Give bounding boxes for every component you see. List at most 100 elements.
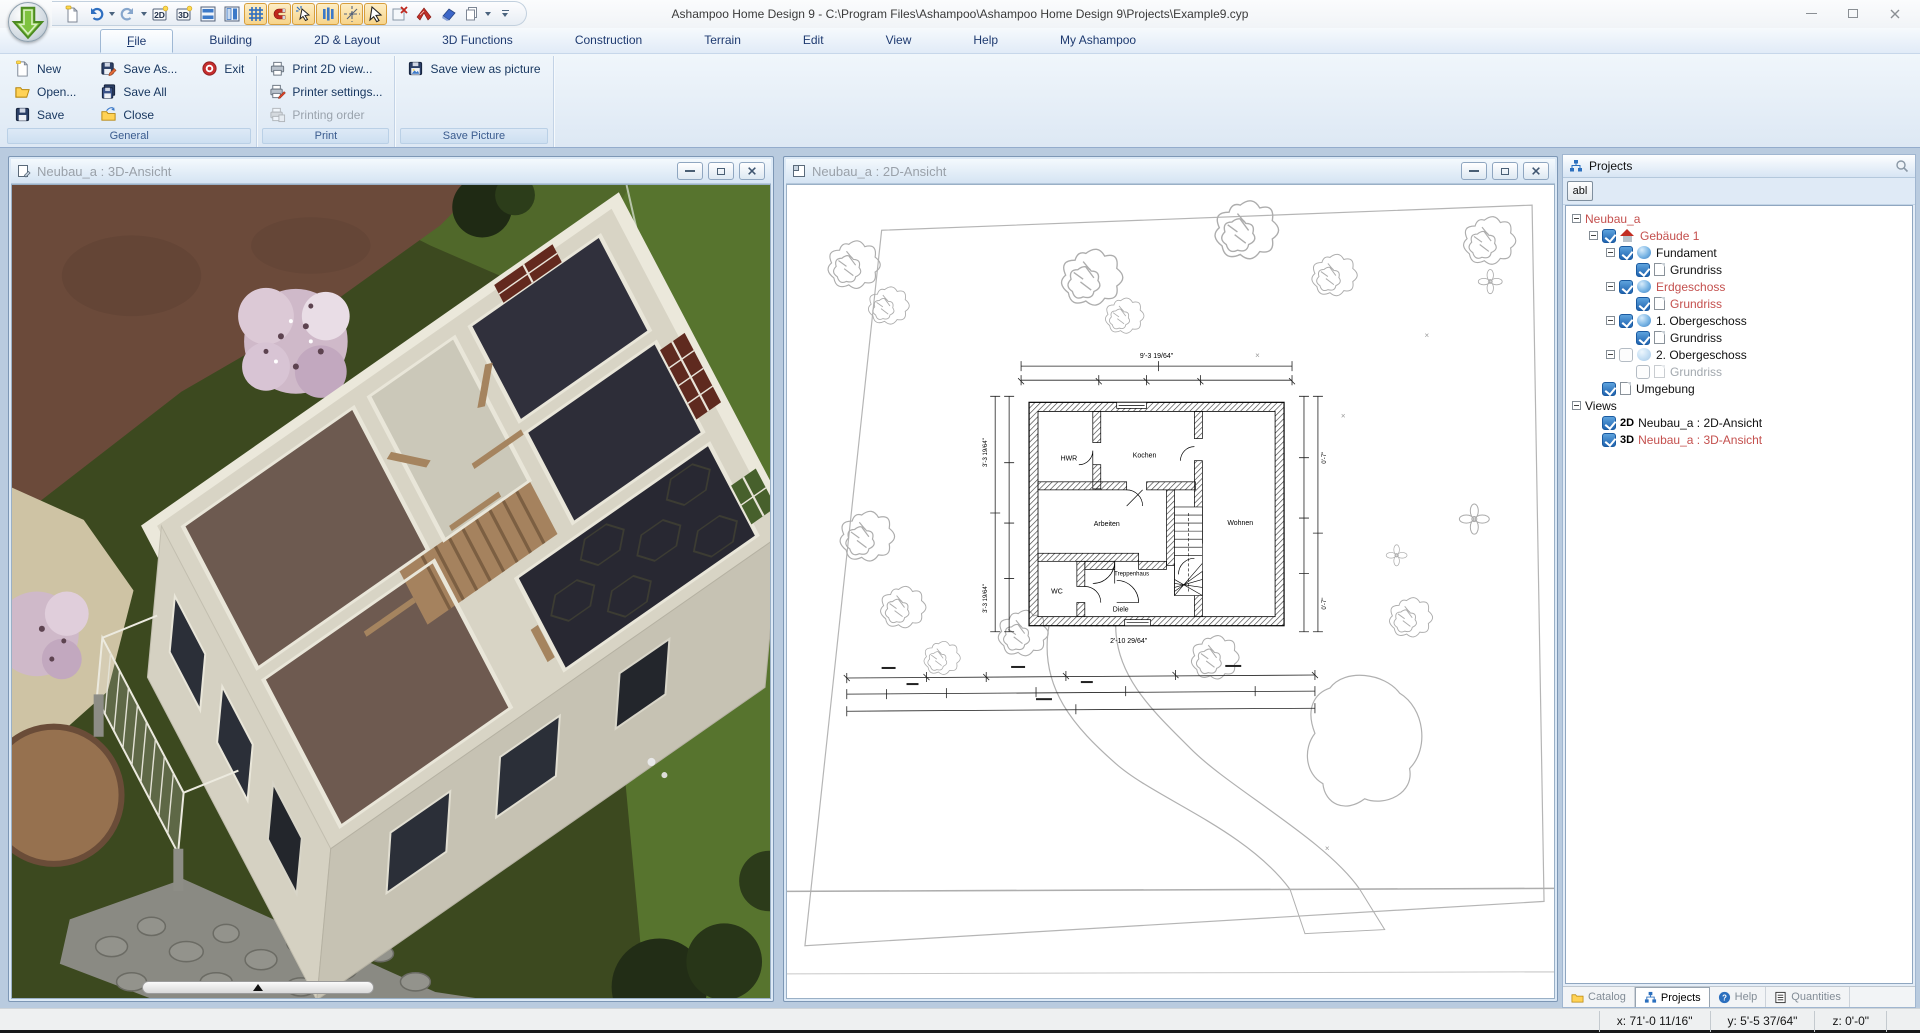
tree-item-grundriss[interactable]: Grundriss	[1568, 261, 1910, 278]
restore-button[interactable]	[1832, 0, 1874, 27]
tree-item-fundament[interactable]: Fundament	[1568, 244, 1910, 261]
save-as-button[interactable]: Save As...	[96, 59, 181, 78]
save-view-as-picture-button[interactable]: Save view as picture	[403, 59, 544, 78]
app-button[interactable]	[8, 2, 48, 42]
select-arrow-button[interactable]	[364, 3, 387, 25]
tab-view[interactable]: View	[860, 29, 938, 53]
panel-tab-catalog[interactable]: Catalog	[1563, 987, 1635, 1007]
visibility-checkbox[interactable]	[1636, 263, 1650, 277]
visibility-checkbox[interactable]	[1602, 416, 1616, 430]
tree-item-grundriss[interactable]: Grundriss	[1568, 295, 1910, 312]
panel-tab-projects[interactable]: Projects	[1635, 987, 1710, 1007]
expander-icon[interactable]	[1572, 214, 1581, 223]
visibility-checkbox[interactable]	[1636, 365, 1650, 379]
minimize-button[interactable]	[1461, 162, 1487, 180]
tree-item-geb-ude-1[interactable]: Gebäude 1	[1568, 227, 1910, 244]
crosshair-button[interactable]	[340, 3, 363, 25]
roof-tool-button[interactable]	[412, 3, 435, 25]
tree-item-neubau-a-3d-ansicht-3d[interactable]: 3DNeubau_a : 3D-Ansicht	[1568, 431, 1910, 448]
open-button[interactable]: Open...	[10, 82, 80, 101]
label-tool-button[interactable]: abl	[1567, 181, 1593, 201]
tree-item-umgebung[interactable]: Umgebung	[1568, 380, 1910, 397]
wall-guides-button[interactable]	[316, 3, 339, 25]
visibility-checkbox[interactable]	[1602, 433, 1616, 447]
viewport-2d[interactable]: ××× ×××	[786, 184, 1555, 999]
panel-tab-quantities[interactable]: Quantities	[1766, 987, 1850, 1007]
view-2d-button[interactable]: 2D	[148, 3, 171, 25]
restore-button[interactable]	[708, 162, 734, 180]
expander-icon[interactable]	[1589, 231, 1598, 240]
tab-building[interactable]: Building	[183, 29, 278, 53]
tree-item-grundriss[interactable]: Grundriss	[1568, 363, 1910, 380]
close-button[interactable]	[1523, 162, 1549, 180]
visibility-checkbox[interactable]	[1619, 348, 1633, 362]
redo-dropdown-icon[interactable]	[141, 12, 147, 16]
visibility-checkbox[interactable]	[1619, 246, 1633, 260]
expander-icon[interactable]	[1606, 248, 1615, 257]
expander-icon[interactable]	[1572, 401, 1581, 410]
visibility-checkbox[interactable]	[1619, 314, 1633, 328]
grid-button[interactable]	[244, 3, 267, 25]
printer-settings-button[interactable]: Printer settings...	[265, 82, 386, 101]
close-button[interactable]	[739, 162, 765, 180]
visibility-checkbox[interactable]	[1602, 229, 1616, 243]
tab-file[interactable]: File	[100, 29, 173, 53]
undo-button[interactable]	[84, 3, 107, 25]
tab-terrain[interactable]: Terrain	[678, 29, 767, 53]
printer-pen-icon	[269, 83, 286, 100]
window-2d-titlebar[interactable]: Neubau_a : 2D-Ansicht	[786, 159, 1555, 184]
project-tree[interactable]: Neubau_aGebäude 1FundamentGrundrissErdge…	[1565, 205, 1913, 984]
panel-tab-help[interactable]: ?Help	[1710, 987, 1767, 1007]
tab-2d-layout[interactable]: 2D & Layout	[288, 29, 406, 53]
minimize-button[interactable]	[1790, 0, 1832, 27]
visibility-checkbox[interactable]	[1619, 280, 1633, 294]
close-button[interactable]	[1874, 0, 1916, 27]
tree-item-neubau-a[interactable]: Neubau_a	[1568, 210, 1910, 227]
tree-item-1-obergeschoss[interactable]: 1. Obergeschoss	[1568, 312, 1910, 329]
tab-my-ashampoo[interactable]: My Ashampoo	[1034, 29, 1162, 53]
save-button[interactable]: Save	[10, 105, 80, 124]
tree-item-erdgeschoss[interactable]: Erdgeschoss	[1568, 278, 1910, 295]
close-window-button[interactable]	[388, 3, 411, 25]
expander-icon[interactable]	[1606, 316, 1615, 325]
exit-button[interactable]: Exit	[197, 59, 248, 78]
tree-item-views[interactable]: Views	[1568, 397, 1910, 414]
tree-item-neubau-a-2d-ansicht-2d[interactable]: 2DNeubau_a : 2D-Ansicht	[1568, 414, 1910, 431]
split-horizontal-button[interactable]	[196, 3, 219, 25]
page-icon	[1654, 365, 1665, 378]
visibility-checkbox[interactable]	[1636, 297, 1650, 311]
tab-construction[interactable]: Construction	[549, 29, 668, 53]
new-document-button[interactable]	[60, 3, 83, 25]
snap-magnet-button[interactable]	[268, 3, 291, 25]
magnifier-icon[interactable]	[1895, 159, 1909, 173]
tree-item-2-obergeschoss[interactable]: 2. Obergeschoss	[1568, 346, 1910, 363]
qat-customize-button[interactable]	[498, 5, 512, 23]
tab-3d-functions[interactable]: 3D Functions	[416, 29, 539, 53]
tab-help[interactable]: Help	[947, 29, 1024, 53]
floor-icon	[1637, 280, 1651, 293]
view-3d-button[interactable]: 3D	[172, 3, 195, 25]
close-button[interactable]: Close	[96, 105, 181, 124]
visibility-checkbox[interactable]	[1602, 382, 1616, 396]
expander-icon[interactable]	[1606, 350, 1615, 359]
copy-pages-dropdown-icon[interactable]	[485, 12, 491, 16]
eraser-button[interactable]	[436, 3, 459, 25]
expander-icon[interactable]	[1606, 282, 1615, 291]
copy-pages-icon	[463, 5, 481, 23]
window-3d-titlebar[interactable]: Neubau_a : 3D-Ansicht	[11, 159, 771, 184]
view-rotation-slider[interactable]	[142, 981, 374, 994]
save-all-button[interactable]: Save All	[96, 82, 181, 101]
new-button[interactable]: New	[10, 59, 80, 78]
print-2d-view-button[interactable]: Print 2D view...	[265, 59, 386, 78]
restore-button[interactable]	[1492, 162, 1518, 180]
minimize-button[interactable]	[677, 162, 703, 180]
snap-cursor-button[interactable]	[292, 3, 315, 25]
undo-dropdown-icon[interactable]	[109, 12, 115, 16]
redo-button[interactable]	[116, 3, 139, 25]
tab-edit[interactable]: Edit	[777, 29, 850, 53]
visibility-checkbox[interactable]	[1636, 331, 1650, 345]
tree-item-grundriss[interactable]: Grundriss	[1568, 329, 1910, 346]
copy-pages-button[interactable]	[460, 3, 483, 25]
split-vertical-button[interactable]	[220, 3, 243, 25]
viewport-3d[interactable]	[11, 184, 771, 999]
